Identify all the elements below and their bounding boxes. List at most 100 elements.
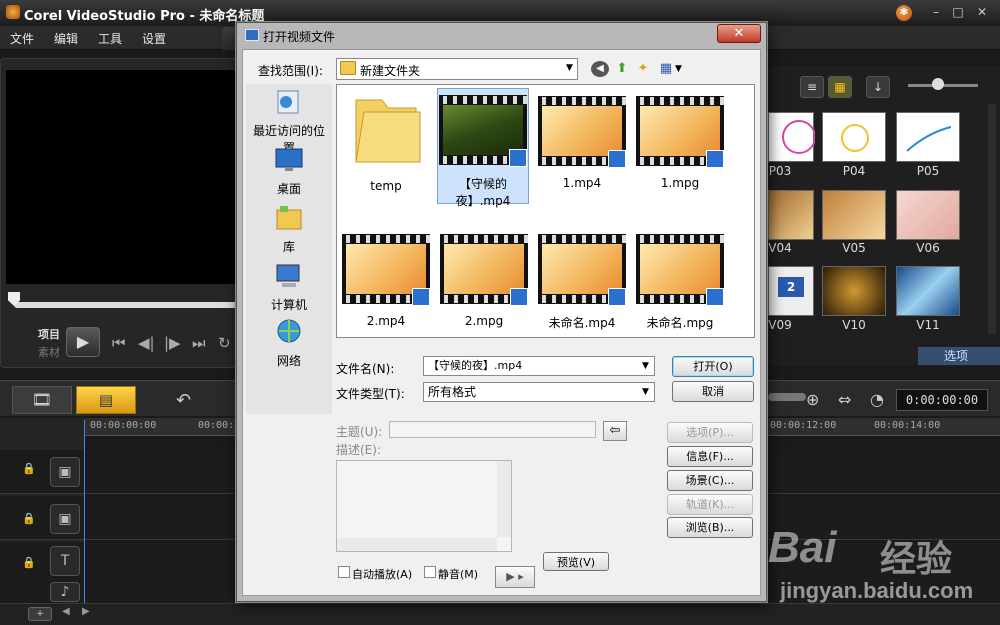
timeline-view-icon[interactable]: 🎞: [12, 386, 72, 414]
chevron-down-icon[interactable]: ▼: [675, 64, 682, 74]
file-name: 2.mp4: [366, 314, 406, 328]
options-tab[interactable]: 选项: [918, 347, 1000, 365]
views-menu-icon[interactable]: ▦: [657, 61, 675, 77]
file-item-selected[interactable]: 【守候的夜】.mp4: [437, 88, 529, 208]
subject-input[interactable]: [389, 421, 596, 438]
video-thumbnail: [538, 96, 626, 168]
close-icon[interactable]: ✕: [974, 4, 990, 20]
file-item[interactable]: 2.mpg: [438, 228, 530, 344]
info-button[interactable]: 信息(F)...: [667, 446, 753, 467]
library-scrollbar[interactable]: [988, 104, 996, 334]
autoplay-label: 自动播放(A): [352, 568, 413, 581]
new-folder-icon[interactable]: ✦: [634, 61, 652, 77]
list-view-icon[interactable]: ≡: [800, 76, 824, 98]
repeat-icon[interactable]: ↻: [218, 334, 231, 352]
help-icon[interactable]: ✱: [896, 5, 912, 21]
voice-track-icon: ♪: [50, 582, 80, 602]
filename-input[interactable]: 【守候的夜】.mp4: [423, 356, 655, 376]
file-item-folder[interactable]: temp: [340, 90, 432, 206]
video-badge-icon: [706, 150, 724, 168]
preview-screen: [6, 70, 238, 284]
home-icon[interactable]: ⏮: [112, 334, 126, 352]
place-libraries[interactable]: 库: [248, 204, 330, 255]
filetype-label: 文件类型(T):: [336, 387, 405, 401]
library-thumb-p05[interactable]: [896, 112, 960, 162]
playhead[interactable]: [84, 420, 85, 605]
place-computer[interactable]: 计算机: [248, 262, 330, 313]
options-button[interactable]: 选项(P)...: [667, 422, 753, 443]
scene-button[interactable]: 场景(C)...: [667, 470, 753, 491]
library-label: V10: [842, 318, 866, 332]
library-label: V06: [916, 241, 940, 255]
clip-mode-label[interactable]: 素材: [38, 344, 60, 360]
library-thumb-v09[interactable]: 2: [768, 266, 814, 316]
mute-checkbox[interactable]: [424, 566, 436, 578]
up-folder-icon[interactable]: ⬆: [613, 61, 631, 77]
place-desktop[interactable]: 桌面: [248, 146, 330, 197]
library-thumb-v11[interactable]: [896, 266, 960, 316]
play-preview-icon[interactable]: ▶ ▸: [495, 566, 535, 588]
file-item[interactable]: 1.mp4: [536, 90, 628, 206]
track-lock-icon[interactable]: 🔒: [22, 462, 36, 475]
next-frame-icon[interactable]: |▶: [164, 334, 181, 352]
fit-project-icon[interactable]: ⇔: [838, 390, 851, 409]
scrub-bar[interactable]: [14, 302, 238, 308]
library-thumb-v10[interactable]: [822, 266, 886, 316]
maximize-icon[interactable]: □: [950, 4, 966, 20]
file-name: 2.mpg: [464, 314, 504, 328]
previous-frame-icon[interactable]: ◀|: [138, 334, 155, 352]
scroll-right-icon[interactable]: ▶: [82, 606, 90, 617]
description-hscrollbar[interactable]: [337, 538, 497, 551]
file-item[interactable]: 未命名.mpg: [634, 228, 726, 344]
menu-file[interactable]: 文件: [10, 30, 34, 47]
play-button[interactable]: ▶: [66, 327, 100, 357]
end-icon[interactable]: ⏭: [192, 334, 206, 352]
scroll-left-icon[interactable]: ◀: [62, 606, 70, 617]
back-icon[interactable]: ◀: [591, 61, 609, 77]
timecode-display[interactable]: 0:00:00:00: [896, 389, 988, 411]
open-button[interactable]: 打开(O): [672, 356, 754, 377]
thumbnail-size-knob[interactable]: [932, 78, 944, 90]
place-label: 计算机: [270, 298, 307, 312]
track-lock-icon[interactable]: 🔒: [22, 512, 36, 525]
library-thumb-p04[interactable]: [822, 112, 886, 162]
dialog-close-button[interactable]: ✕: [717, 24, 761, 43]
file-item[interactable]: 2.mp4: [340, 228, 432, 344]
track-button[interactable]: 轨道(K)...: [667, 494, 753, 515]
library-thumb-p03[interactable]: [768, 112, 816, 162]
menu-tools[interactable]: 工具: [98, 30, 122, 47]
library-thumb-v06[interactable]: [896, 190, 960, 240]
file-item[interactable]: 1.mpg: [634, 90, 726, 206]
storyboard-view-icon[interactable]: ▤: [76, 386, 136, 414]
menu-edit[interactable]: 编辑: [54, 30, 78, 47]
cancel-button[interactable]: 取消: [672, 381, 754, 402]
autoplay-checkbox[interactable]: [338, 566, 350, 578]
arrow-left-icon[interactable]: ⇦: [603, 421, 627, 441]
thumbnail-view-icon[interactable]: ▦: [828, 76, 852, 98]
file-item[interactable]: 未命名.mp4: [536, 228, 628, 344]
undo-icon[interactable]: ↶: [176, 390, 191, 411]
add-track-icon[interactable]: +: [28, 607, 52, 621]
chevron-down-icon[interactable]: ▼: [566, 63, 573, 73]
duration-icon[interactable]: ◔: [870, 390, 884, 409]
sort-icon[interactable]: ↓: [866, 76, 890, 98]
chevron-down-icon[interactable]: ▼: [642, 387, 649, 397]
timeline-zoom-slider[interactable]: [768, 393, 806, 401]
place-network[interactable]: 网络: [248, 318, 330, 369]
browse-button[interactable]: 浏览(B)...: [667, 517, 753, 538]
filetype-dropdown[interactable]: 所有格式: [423, 382, 655, 402]
description-vscrollbar[interactable]: [497, 461, 511, 537]
track-lock-icon[interactable]: 🔒: [22, 556, 36, 569]
overlay-track-icon: ▣: [50, 504, 80, 534]
preview-button[interactable]: 预览(V): [543, 552, 609, 571]
library-thumb-v05[interactable]: [822, 190, 886, 240]
library-thumb-v04[interactable]: [768, 190, 814, 240]
arrow-drawing-icon: [906, 126, 952, 152]
project-mode-label[interactable]: 项目: [38, 326, 60, 342]
minimize-icon[interactable]: –: [928, 4, 944, 20]
mute-label: 静音(M): [438, 568, 479, 581]
menu-settings[interactable]: 设置: [142, 30, 166, 47]
network-icon: [277, 319, 301, 343]
zoom-in-icon[interactable]: ⊕: [806, 390, 819, 409]
chevron-down-icon[interactable]: ▼: [642, 361, 649, 371]
